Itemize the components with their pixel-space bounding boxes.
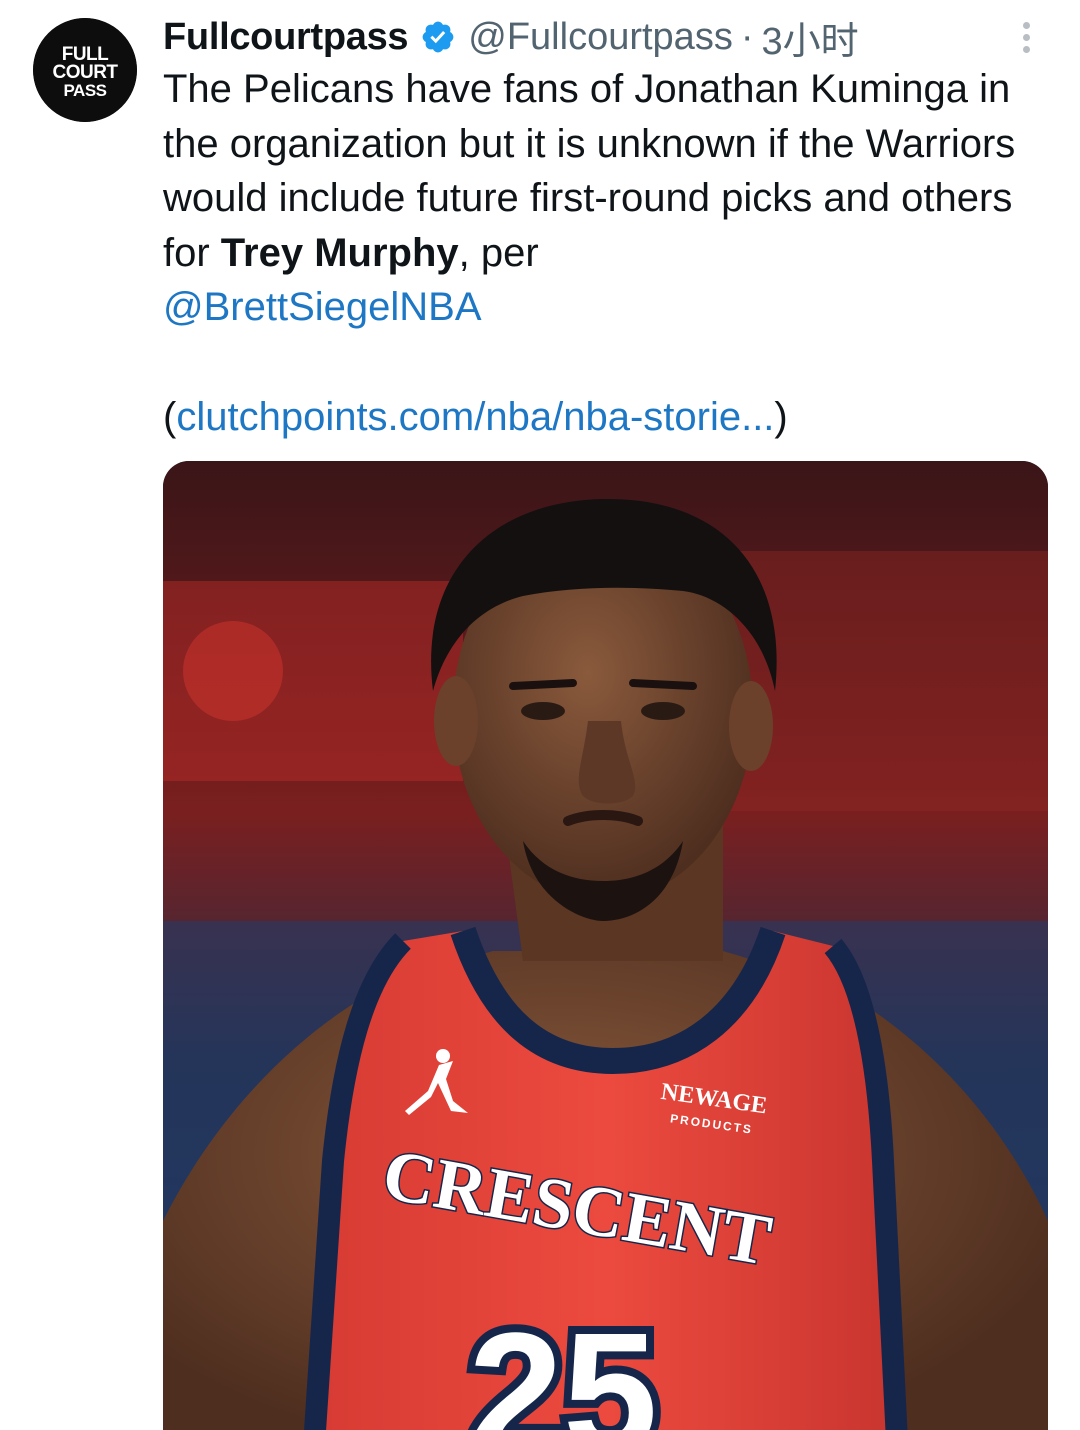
article-link[interactable]: clutchpoints.com/nba/nba-storie... [176,395,774,439]
separator-dot: · [740,15,754,58]
more-options-icon[interactable] [1016,22,1036,56]
url-line: (clutchpoints.com/nba/nba-storie...) [163,390,788,444]
tweet-text-bold: Trey Murphy [220,230,459,275]
author-handle[interactable]: @Fullcourtpass [468,16,733,59]
tweet-time[interactable]: 3小时 [761,10,858,65]
author-display-name[interactable]: Fullcourtpass [163,16,409,59]
verified-badge-icon [422,21,454,53]
url-close-paren: ) [774,395,788,439]
tweet-text: The Pelicans have fans of Jonathan Kumin… [163,62,1043,335]
fullcourtpass-logo: FULL COURT PASS [33,18,137,122]
tweet-media-photo[interactable]: NEWAGE PRODUCTS CRESCENT 25 [163,461,1048,1430]
mention-link[interactable]: @BrettSiegelNBA [163,285,482,329]
tweet-header: Fullcourtpass @Fullcourtpass · 3小时 [163,10,859,65]
player-photo: NEWAGE PRODUCTS CRESCENT 25 [163,461,1048,1430]
tweet-text-part2: , per [458,230,539,275]
avatar-text-line2: COURT [52,62,118,83]
avatar[interactable]: FULL COURT PASS [33,18,137,122]
jersey-number: 25 [468,1298,657,1430]
tweet: FULL COURT PASS Fullcourtpass @Fullcourt… [0,0,1080,1430]
avatar-text-line3: PASS [63,81,106,100]
url-open-paren: ( [163,395,177,439]
